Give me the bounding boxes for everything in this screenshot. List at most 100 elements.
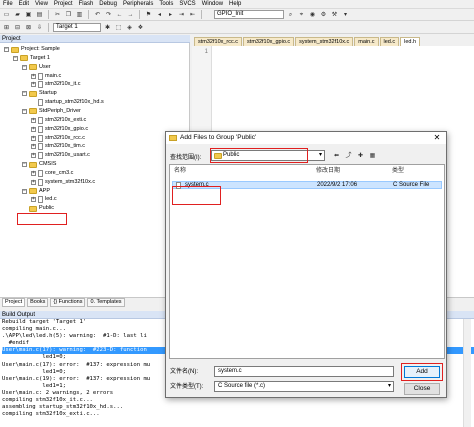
tab-stm32f10x-rcc[interactable]: stm32f10x_rcc.c [194, 37, 243, 46]
tree-item[interactable]: + system_stm32f10x.c [31, 178, 95, 186]
tab-templates[interactable]: 0. Templates [87, 298, 125, 307]
copy-icon[interactable]: ❐ [64, 10, 73, 19]
new-folder-icon[interactable]: ✚ [356, 151, 365, 160]
expander-icon[interactable]: + [31, 117, 36, 123]
tab-books[interactable]: Books [27, 298, 49, 307]
tab-led-h[interactable]: led.h [400, 37, 421, 46]
expander-icon[interactable]: + [31, 179, 36, 185]
runtime-icon[interactable]: ❖ [136, 23, 145, 32]
tree-item[interactable]: − Project: Sample [4, 46, 60, 53]
tab-project[interactable]: Project [2, 298, 26, 307]
find-icon[interactable]: ⌕ [286, 10, 295, 19]
menu-view[interactable]: View [35, 0, 48, 9]
back-icon[interactable]: ← [115, 10, 124, 19]
expander-icon[interactable]: + [31, 82, 36, 88]
menu-project[interactable]: Project [54, 0, 73, 9]
settings-icon[interactable]: ⚙ [319, 10, 328, 19]
expander-icon[interactable]: − [22, 108, 27, 114]
tree-item[interactable]: − CMSIS [22, 161, 56, 168]
redo-icon[interactable]: ↷ [104, 10, 113, 19]
expander-icon[interactable]: − [13, 55, 18, 61]
tree-item[interactable]: + stm32f10x_rcc.c [31, 134, 85, 142]
tree-item[interactable]: − StdPeriph_Driver [22, 108, 81, 115]
manage-components-icon[interactable]: ⬚ [114, 23, 123, 32]
tree-item[interactable]: − Target 1 [13, 55, 50, 62]
tree-item[interactable]: − User [22, 64, 51, 71]
expander-icon[interactable]: + [31, 135, 36, 141]
close-icon[interactable]: ✕ [430, 133, 444, 143]
expander-icon[interactable]: − [22, 91, 27, 97]
expander-icon[interactable]: − [22, 64, 27, 70]
menu-file[interactable]: File [3, 0, 13, 9]
bookmark-next-icon[interactable]: ▸ [166, 10, 175, 19]
dropdown-icon[interactable]: ▾ [341, 10, 350, 19]
expander-icon[interactable]: + [31, 144, 36, 150]
search-files-icon[interactable]: ⌖ [297, 10, 306, 19]
file-list[interactable]: 名称 修改日期 类型 system.c 2022/9/2 17:06 C Sou… [169, 164, 445, 359]
open-folder-icon[interactable]: ▰ [13, 10, 22, 19]
tree-item[interactable]: Public [22, 205, 54, 212]
expander-icon[interactable]: − [4, 47, 9, 52]
config-icon[interactable]: ⚒ [330, 10, 339, 19]
back-icon[interactable]: ⬅ [332, 151, 341, 160]
menu-svcs[interactable]: SVCS [179, 0, 195, 9]
menu-edit[interactable]: Edit [19, 0, 29, 9]
rebuild-icon[interactable]: ⊠ [24, 23, 33, 32]
menu-flash[interactable]: Flash [79, 0, 94, 9]
target-options-icon[interactable]: ✱ [103, 23, 112, 32]
menu-help[interactable]: Help [229, 0, 241, 9]
forward-icon[interactable]: → [126, 10, 135, 19]
menu-peripherals[interactable]: Peripherals [123, 0, 153, 9]
outdent-icon[interactable]: ⇤ [188, 10, 197, 19]
bookmark-prev-icon[interactable]: ◂ [155, 10, 164, 19]
tree-item[interactable]: − Startup [22, 90, 57, 97]
build-output-scrollbar[interactable] [463, 319, 471, 427]
translate-icon[interactable]: ⊞ [2, 23, 11, 32]
paste-icon[interactable]: ▥ [75, 10, 84, 19]
tree-item[interactable]: + stm32f10x_usart.c [31, 152, 90, 160]
menu-debug[interactable]: Debug [99, 0, 117, 9]
view-menu-icon[interactable]: ▦ [368, 151, 377, 160]
tab-system-stm32f10x[interactable]: system_stm32f10x.c [295, 37, 354, 46]
target-combo[interactable]: Target 1 [53, 23, 101, 32]
tab-stm32f10x-gpio[interactable]: stm32f10x_gpio.c [243, 37, 295, 46]
up-folder-icon[interactable]: ⤴ [344, 151, 353, 160]
new-file-icon[interactable]: ▭ [2, 10, 11, 19]
tree-item[interactable]: startup_stm32f10x_hd.s [31, 99, 104, 107]
debug-icon[interactable]: ◉ [308, 10, 317, 19]
expander-icon[interactable]: + [31, 126, 36, 132]
menu-window[interactable]: Window [202, 0, 223, 9]
tree-item[interactable]: + main.c [31, 72, 61, 80]
save-all-icon[interactable]: ▤ [35, 10, 44, 19]
build-icon[interactable]: ⊟ [13, 23, 22, 32]
undo-icon[interactable]: ↶ [93, 10, 102, 19]
expander-icon[interactable]: − [22, 188, 27, 194]
column-type[interactable]: 类型 [392, 167, 404, 175]
expander-icon[interactable]: + [31, 73, 36, 79]
tree-item[interactable]: + stm32f10x_it.c [31, 81, 80, 89]
expander-icon[interactable]: + [31, 153, 36, 159]
download-icon[interactable]: ⇩ [35, 23, 44, 32]
save-icon[interactable]: ▣ [24, 10, 33, 19]
filetype-select[interactable]: C Source file (*.c) ▾ [214, 381, 394, 392]
bookmark-icon[interactable]: ⚑ [144, 10, 153, 19]
packs-icon[interactable]: ◈ [125, 23, 134, 32]
tree-item[interactable]: + led.c [31, 196, 57, 204]
tree-item[interactable]: + stm32f10x_exti.c [31, 116, 86, 124]
expander-icon[interactable]: + [31, 197, 36, 203]
expander-icon[interactable]: + [31, 170, 36, 176]
tab-led-c[interactable]: led.c [379, 37, 400, 46]
menu-tools[interactable]: Tools [159, 0, 173, 9]
column-date[interactable]: 修改日期 [316, 167, 340, 175]
filename-field[interactable]: system.c [214, 366, 394, 377]
function-combo[interactable]: GPIO_Init [214, 10, 284, 19]
tree-item[interactable]: − APP [22, 188, 50, 195]
column-name[interactable]: 名称 [174, 167, 186, 175]
indent-icon[interactable]: ⇥ [177, 10, 186, 19]
tab-main[interactable]: main.c [354, 37, 379, 46]
close-button[interactable]: Close [404, 383, 440, 395]
tree-item[interactable]: + stm32f10x_tim.c [31, 143, 85, 151]
tab-functions[interactable]: {} Functions [50, 298, 86, 307]
expander-icon[interactable]: − [22, 162, 27, 168]
tree-item[interactable]: + core_cm3.c [31, 169, 73, 177]
